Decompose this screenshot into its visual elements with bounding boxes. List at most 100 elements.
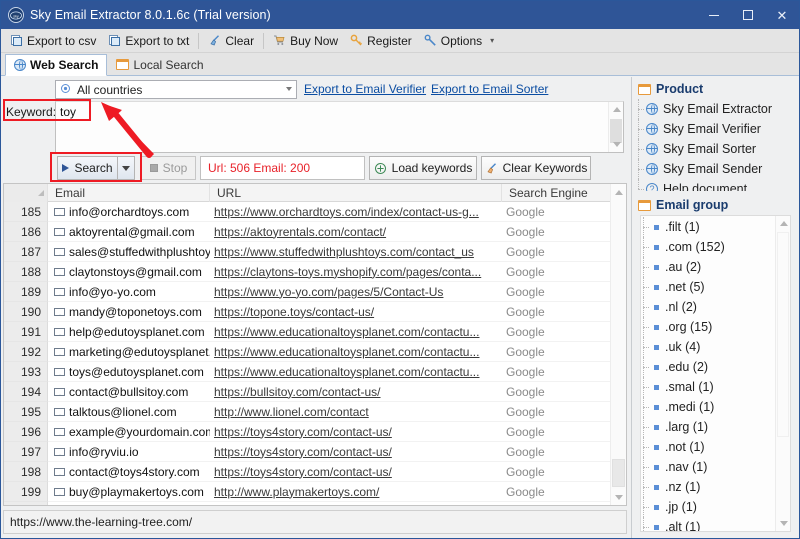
cell-url[interactable]: https://www.educationaltoysplanet.com/co…	[210, 322, 502, 342]
keyword-scrollbar[interactable]	[608, 102, 623, 152]
search-dropdown-button[interactable]	[117, 156, 135, 180]
table-row[interactable]: 200 feedback@cpsc.gov https://www.cpsc.gov…	[4, 502, 610, 505]
product-item-sky-email-sorter[interactable]: Sky Email Sorter	[636, 139, 795, 159]
cell-email[interactable]: contact@bullsitoy.com	[48, 382, 210, 402]
cell-email[interactable]: toys@edutoysplanet.com	[48, 362, 210, 382]
email-group-item[interactable]: .org (15)	[641, 317, 790, 337]
cell-url[interactable]: https://toys4story.com/contact-us/	[210, 462, 502, 482]
product-item-sky-email-verifier[interactable]: Sky Email Verifier	[636, 119, 795, 139]
clear-keywords-button[interactable]: Clear Keywords	[481, 156, 591, 180]
email-group-item[interactable]: .nl (2)	[641, 297, 790, 317]
cell-url[interactable]: https://www.orchardtoys.com/index/contac…	[210, 202, 502, 222]
toolbar-overflow-caret[interactable]: ▾	[488, 36, 500, 45]
options-button[interactable]: Options	[418, 31, 488, 51]
email-group-scrollbar[interactable]	[775, 216, 790, 531]
scroll-up-icon[interactable]	[776, 216, 790, 231]
email-group-item[interactable]: .com (152)	[641, 237, 790, 257]
cell-email[interactable]: sales@stuffedwithplushtoys.com	[48, 242, 210, 262]
export-to-email-verifier-link[interactable]: Export to Email Verifier	[304, 82, 426, 96]
column-header-search-engine[interactable]: Search Engine	[502, 184, 610, 202]
table-row[interactable]: 194 contact@bullsitoy.com https://bullsito…	[4, 382, 610, 402]
scroll-down-icon[interactable]	[776, 516, 790, 531]
email-group-item[interactable]: .net (5)	[641, 277, 790, 297]
table-row[interactable]: 199 buy@playmakertoys.com http://www.playm…	[4, 482, 610, 502]
cell-email[interactable]: claytonstoys@gmail.com	[48, 262, 210, 282]
scroll-up-icon[interactable]	[609, 102, 624, 117]
cell-email[interactable]: contact@toys4story.com	[48, 462, 210, 482]
table-row[interactable]: 193 toys@edutoysplanet.com https://www.edu…	[4, 362, 610, 382]
cell-email[interactable]: info@orchardtoys.com	[48, 202, 210, 222]
load-keywords-button[interactable]: Load keywords	[369, 156, 477, 180]
table-vertical-scrollbar[interactable]	[610, 184, 626, 505]
table-row[interactable]: 198 contact@toys4story.com https://toys4st…	[4, 462, 610, 482]
product-item-sky-email-extractor[interactable]: Sky Email Extractor	[636, 99, 795, 119]
table-corner-header[interactable]	[4, 184, 48, 202]
table-row[interactable]: 192 marketing@edutoysplanet.comhttps://ww…	[4, 342, 610, 362]
email-group-item[interactable]: .alt (1)	[641, 517, 790, 531]
table-row[interactable]: 185 info@orchardtoys.com https://www.orcha…	[4, 202, 610, 222]
scroll-thumb[interactable]	[777, 232, 789, 437]
scroll-up-icon[interactable]	[611, 184, 626, 200]
search-button[interactable]: Search	[57, 156, 117, 180]
cell-email[interactable]: talktous@lionel.com	[48, 402, 210, 422]
buy-now-button[interactable]: Buy Now	[267, 31, 344, 51]
email-group-item[interactable]: .medi (1)	[641, 397, 790, 417]
cell-url[interactable]: http://www.lionel.com/contact	[210, 402, 502, 422]
close-icon[interactable]: ✕	[765, 1, 799, 29]
cell-email[interactable]: help@edutoysplanet.com	[48, 322, 210, 342]
scroll-thumb[interactable]	[612, 459, 625, 487]
export-to-email-sorter-link[interactable]: Export to Email Sorter	[431, 82, 548, 96]
export-to-txt-button[interactable]: Export to txt	[102, 31, 195, 51]
email-group-item[interactable]: .not (1)	[641, 437, 790, 457]
email-group-item[interactable]: .nav (1)	[641, 457, 790, 477]
country-select[interactable]: All countries	[55, 80, 297, 99]
table-row[interactable]: 190 mandy@toponetoys.com https://topone.to…	[4, 302, 610, 322]
tab-local-search[interactable]: Local Search	[107, 53, 212, 75]
scroll-track[interactable]	[611, 200, 626, 489]
maximize-icon[interactable]	[731, 1, 765, 29]
email-group-item[interactable]: .jp (1)	[641, 497, 790, 517]
column-header-url[interactable]: URL	[210, 184, 502, 202]
cell-url[interactable]: https://claytons-toys.myshopify.com/page…	[210, 262, 502, 282]
export-to-csv-button[interactable]: Export to csv	[4, 31, 102, 51]
cell-url[interactable]: https://aktoyrentals.com/contact/	[210, 222, 502, 242]
cell-url[interactable]: https://toys4story.com/contact-us/	[210, 422, 502, 442]
cell-url[interactable]: https://www.educationaltoysplanet.com/co…	[210, 342, 502, 362]
scroll-down-icon[interactable]	[609, 137, 624, 152]
email-group-item[interactable]: .au (2)	[641, 257, 790, 277]
column-header-email[interactable]: Email	[48, 184, 210, 202]
cell-url[interactable]: https://www.educationaltoysplanet.com/co…	[210, 362, 502, 382]
stop-button[interactable]: Stop	[141, 156, 196, 180]
table-row[interactable]: 188 claytonstoys@gmail.com https://clayton…	[4, 262, 610, 282]
cell-url[interactable]: http://www.playmakertoys.com/	[210, 482, 502, 502]
keyword-input[interactable]: toy	[55, 101, 624, 153]
clear-button[interactable]: Clear	[202, 31, 260, 51]
table-row[interactable]: 196 example@yourdomain.com https://toys4st…	[4, 422, 610, 442]
cell-email[interactable]: aktoyrental@gmail.com	[48, 222, 210, 242]
register-button[interactable]: Register	[344, 31, 418, 51]
minimize-icon[interactable]	[697, 1, 731, 29]
email-group-item[interactable]: .edu (2)	[641, 357, 790, 377]
email-group-item[interactable]: .nz (1)	[641, 477, 790, 497]
product-item-help-document[interactable]: ? Help document	[636, 179, 795, 191]
cell-email[interactable]: marketing@edutoysplanet.com	[48, 342, 210, 362]
email-group-item[interactable]: .larg (1)	[641, 417, 790, 437]
cell-url[interactable]: https://www.cpsc.gov/Business--Manufactu…	[210, 502, 502, 506]
email-group-item[interactable]: .filt (1)	[641, 217, 790, 237]
table-row[interactable]: 187 sales@stuffedwithplushtoys.comhttps:/…	[4, 242, 610, 262]
cell-url[interactable]: https://toys4story.com/contact-us/	[210, 442, 502, 462]
table-row[interactable]: 186 aktoyrental@gmail.com https://aktoyren…	[4, 222, 610, 242]
product-item-sky-email-sender[interactable]: Sky Email Sender	[636, 159, 795, 179]
cell-url[interactable]: https://topone.toys/contact-us/	[210, 302, 502, 322]
cell-url[interactable]: https://www.stuffedwithplushtoys.com/con…	[210, 242, 502, 262]
scroll-down-icon[interactable]	[611, 489, 626, 505]
table-row[interactable]: 191 help@edutoysplanet.com https://www.edu…	[4, 322, 610, 342]
table-row[interactable]: 189 info@yo-yo.com https://www.yo-yo.com/p…	[4, 282, 610, 302]
cell-email[interactable]: feedback@cpsc.gov	[48, 502, 210, 506]
cell-email[interactable]: info@yo-yo.com	[48, 282, 210, 302]
cell-email[interactable]: buy@playmakertoys.com	[48, 482, 210, 502]
cell-url[interactable]: https://www.yo-yo.com/pages/5/Contact-Us	[210, 282, 502, 302]
cell-email[interactable]: example@yourdomain.com	[48, 422, 210, 442]
table-row[interactable]: 195 talktous@lionel.com http://www.lionel.…	[4, 402, 610, 422]
cell-email[interactable]: mandy@toponetoys.com	[48, 302, 210, 322]
